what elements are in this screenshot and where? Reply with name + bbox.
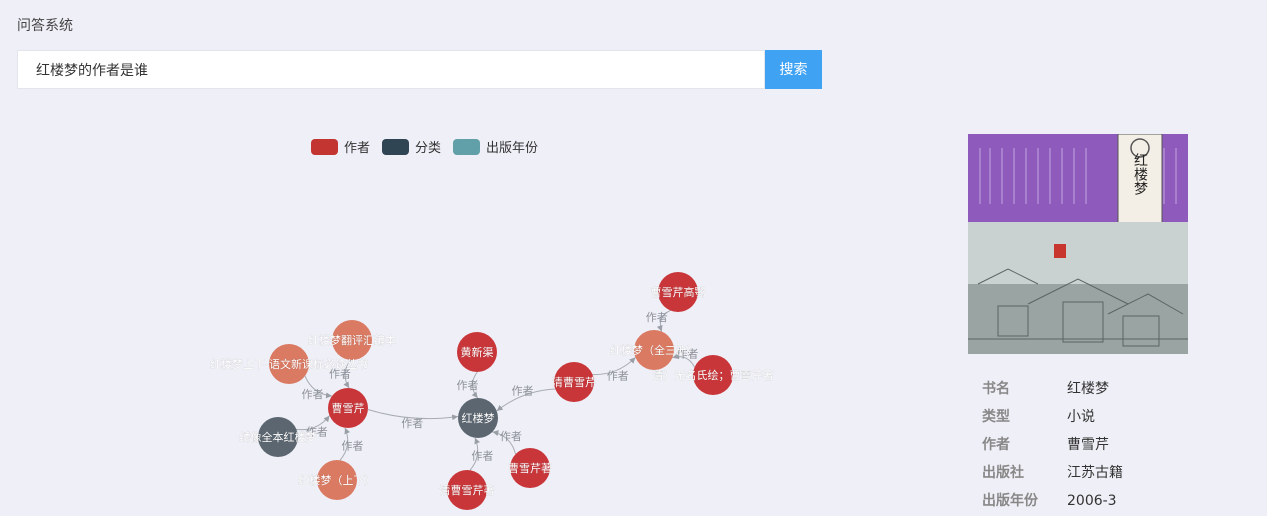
graph-node-label: 清曹雪芹: [552, 376, 596, 389]
info-key: 类型: [982, 409, 1010, 425]
graph-edge-label: 作者: [646, 311, 668, 324]
graph-node-label: 红楼梦: [462, 411, 495, 425]
info-value: 红楼梦: [1067, 381, 1109, 397]
info-key: 出版社: [982, 465, 1024, 481]
search-input[interactable]: [17, 50, 765, 89]
book-info: 书名 红楼梦 类型 小说 作者 曹雪芹 出版社 江苏古籍 出版年份 2006-3: [982, 375, 1123, 515]
info-value: 小说: [1067, 409, 1095, 425]
book-info-row: 类型 小说: [982, 403, 1123, 431]
info-key: 书名: [982, 381, 1010, 397]
graph-edge-label: 作者: [341, 440, 363, 453]
graph-edge-label: 作者: [607, 369, 629, 382]
graph-edge-label: 作者: [302, 388, 324, 401]
graph-edge-label: 作者: [401, 417, 423, 430]
graph-node-label: 红楼梦翻评汇编本: [308, 333, 396, 347]
graph-node-label: 清曹雪芹著: [440, 483, 495, 497]
info-key: 作者: [982, 437, 1010, 453]
info-value: 曹雪芹: [1067, 437, 1109, 453]
search-button[interactable]: 搜索: [765, 50, 822, 89]
graph-node-label: 清）无名氏绘；曹雪芹著: [653, 368, 774, 382]
graph-edge-label: 作者: [511, 385, 533, 398]
graph-node-label: 红楼梦上下-语文新课标必读丛书: [210, 357, 368, 371]
book-cover-image: 红楼梦: [968, 134, 1188, 354]
book-info-row: 出版社 江苏古籍: [982, 459, 1123, 487]
graph-node-label: 曹雪芹高鹗: [651, 285, 706, 299]
page-title: 问答系统: [17, 18, 73, 34]
qa-app: 问答系统 搜索 作者 分类 出版年份 作者作者作者作者作者作者作者作者作者作者作…: [0, 0, 1267, 516]
book-info-row: 书名 红楼梦: [982, 375, 1123, 403]
graph-edge-label: 作者: [500, 430, 522, 443]
cover-title-text: 红楼梦: [1132, 153, 1148, 195]
info-value: 江苏古籍: [1067, 465, 1123, 481]
knowledge-graph[interactable]: 作者作者 作者作者作者作者作者作者作者作者作者作者红楼梦曹雪芹黄新渠清曹雪芹曹雪芹…: [0, 100, 940, 516]
graph-edge-label: 作者: [471, 450, 493, 463]
graph-node-label: 红楼梦（全三册）: [610, 343, 698, 357]
graph-node-label: 红楼梦（上下）: [299, 473, 376, 487]
graph-node-label: 曹雪芹: [332, 402, 365, 415]
info-key: 出版年份: [982, 493, 1038, 509]
graph-node-label: 黄新渠: [461, 345, 494, 359]
graph-edge-label: 作者: [457, 379, 479, 392]
book-info-row: 作者 曹雪芹: [982, 431, 1123, 459]
info-value: 2006-3: [1067, 493, 1117, 509]
book-info-row: 出版年份 2006-3: [982, 487, 1123, 515]
graph-node-label: 曹雪芹著: [508, 461, 552, 475]
graph-node-label: 绣像全本红楼梦: [240, 430, 317, 444]
